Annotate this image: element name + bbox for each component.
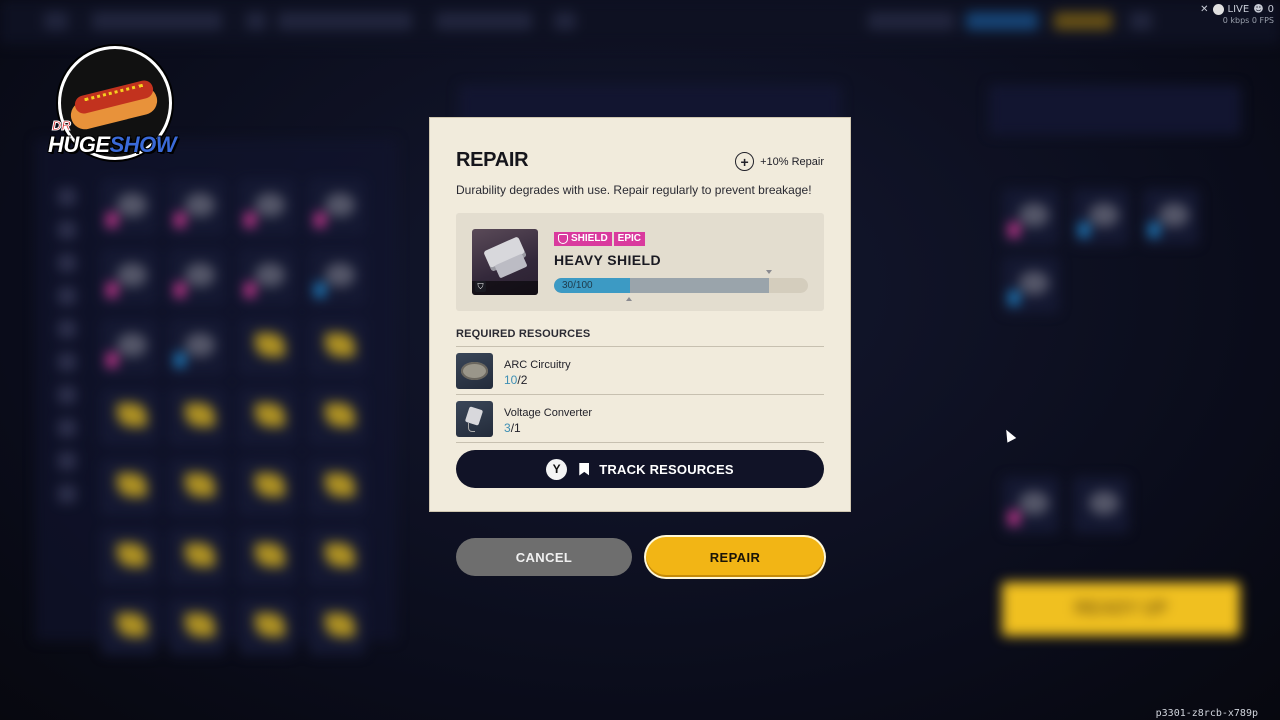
background-inventory-slot [102,250,156,304]
resource-row: ARC Circuitry 10/2 [456,347,824,395]
background-inventory-slot [310,320,364,374]
repair-dialog: REPAIR + +10% Repair Durability degrades… [430,118,850,511]
background-inventory-slot [170,390,224,444]
background-inventory-slot [170,180,224,234]
resource-quantity: 3/1 [504,421,521,435]
item-tags: SHIELD EPIC [554,232,646,246]
background-inventory-slot [240,530,294,584]
background-inventory-slot [170,460,224,514]
background-inventory-slot [310,530,364,584]
stream-status: ✕ LIVE ☻ 0 0 kbps 0 FPS [1200,4,1274,25]
tag-rarity: EPIC [613,232,646,246]
repair-target-marker [626,297,632,301]
background-inventory-slot [240,320,294,374]
background-loadout-slot [1004,258,1058,312]
background-category-icon [58,452,76,470]
background-inventory-slot [310,460,364,514]
background-category-icon [58,386,76,404]
background-category-icon [58,221,76,239]
background-inventory-slot [240,250,294,304]
background-inventory-slot [102,320,156,374]
channel-logo: DR HUGESHOW [44,44,186,172]
resource-row: Voltage Converter 3/1 [456,395,824,443]
background-inventory-slot [170,250,224,304]
background-loadout-slot [1144,190,1198,244]
durability-text: 30/100 [562,280,593,291]
item-name: HEAVY SHIELD [554,252,661,268]
max-durability-marker [766,270,772,274]
resource-quantity: 10/2 [504,373,528,387]
viewers-icon: ☻ [1253,4,1264,15]
background-category-icon [58,254,76,272]
background-inventory-slot [240,390,294,444]
background-inventory-slot [102,460,156,514]
cancel-button[interactable]: CANCEL [456,538,632,576]
repair-bonus-label: +10% Repair [760,155,824,168]
logo-prefix: DR [52,118,72,134]
background-inventory-slot [240,460,294,514]
background-top-bar [0,0,1280,44]
background-inventory-slot [240,600,294,654]
track-resources-button[interactable]: Y TRACK RESOURCES [456,450,824,488]
background-loadout-slot [1074,478,1128,532]
live-label: LIVE [1227,4,1250,15]
dialog-description: Durability degrades with use. Repair reg… [456,183,812,197]
resource-name: ARC Circuitry [504,359,571,371]
session-id: p3301-z8rcb-x789p [1155,708,1258,719]
voltage-converter-icon [456,401,493,437]
y-button-icon: Y [546,458,568,480]
background-inventory-slot [310,250,364,304]
dialog-title: REPAIR [456,149,529,171]
background-category-icon [58,188,76,206]
background-inventory-slot [102,390,156,444]
required-resources-header: REQUIRED RESOURCES [456,328,591,340]
background-category-icon [58,287,76,305]
background-inventory-slot [102,180,156,234]
logo-wordmark: HUGESHOW [48,132,177,157]
bookmark-icon [579,462,590,476]
background-inventory-slot [310,600,364,654]
resource-list: ARC Circuitry 10/2 Voltage Converter 3/1 [456,346,824,443]
arc-circuitry-icon [456,353,493,389]
heavy-shield-thumbnail: ⛉ [472,229,538,295]
repair-bonus: + +10% Repair [735,152,824,171]
tag-category: SHIELD [554,232,612,246]
durability-bar: 30/100 [554,278,808,293]
track-resources-label: TRACK RESOURCES [599,461,734,477]
live-indicator-icon [1212,4,1224,15]
resource-name: Voltage Converter [504,407,593,419]
background-inventory-slot [102,530,156,584]
shield-type-icon: ⛉ [475,281,486,292]
background-category-icon [58,419,76,437]
viewer-count: 0 [1267,4,1274,15]
background-inventory-slot [170,530,224,584]
background-ready-up-button: READY UP [1002,582,1240,636]
stream-stats: 0 kbps 0 FPS [1222,16,1274,25]
background-inventory-slot [310,180,364,234]
background-inventory-slot [240,180,294,234]
background-inventory-slot [170,320,224,374]
mic-muted-icon: ✕ [1200,4,1209,15]
background-loadout-slot [1074,190,1128,244]
background-category-icon [58,485,76,503]
background-inventory-slot [102,600,156,654]
background-loadout-slot [1004,478,1058,532]
background-loadout-slot [1004,190,1058,244]
background-inventory-slot [170,600,224,654]
shield-icon [558,234,568,244]
item-card: ⛉ SHIELD EPIC HEAVY SHIELD 30/100 [456,213,824,311]
background-inventory-slot [310,390,364,444]
repair-button[interactable]: REPAIR [646,537,824,577]
background-category-icon [58,320,76,338]
plus-circle-icon: + [735,152,755,171]
background-category-icon [58,353,76,371]
